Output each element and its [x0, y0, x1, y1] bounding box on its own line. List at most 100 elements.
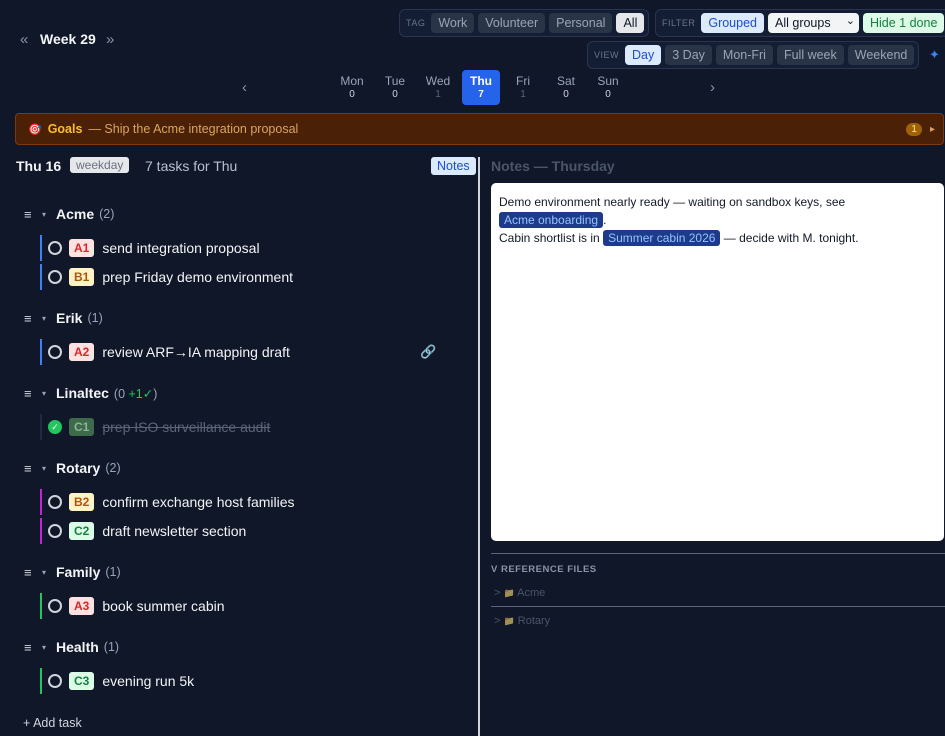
task-checkbox[interactable]	[48, 241, 62, 255]
view-full-week-button[interactable]: Full week	[776, 45, 844, 65]
task-row[interactable]: B1 prep Friday demo environment	[40, 264, 440, 290]
task-title[interactable]: prep Friday demo environment	[102, 269, 293, 285]
add-task-button[interactable]: + Add task	[23, 716, 82, 730]
task-row[interactable]: C3 evening run 5k	[40, 668, 440, 694]
task-checkbox[interactable]	[48, 599, 62, 613]
task-code: C1	[69, 418, 95, 436]
date-heading: Thu 16	[16, 158, 62, 174]
next-day-button[interactable]: ›	[710, 79, 715, 96]
day-name: Sun	[597, 74, 619, 88]
view-weekend-button[interactable]: Weekend	[847, 45, 915, 65]
group-header-erik[interactable]: ≡ ▾ Erik (1)	[24, 310, 103, 326]
collapse-caret-icon[interactable]: ▾	[42, 389, 56, 398]
chevron-right-icon: >	[494, 615, 501, 627]
day-name: Sat	[556, 74, 575, 88]
day-name: Tue	[384, 74, 406, 88]
day-fri[interactable]: Fri 1	[504, 70, 542, 105]
next-week-button[interactable]: »	[106, 31, 114, 48]
task-title[interactable]: send integration proposal	[102, 240, 259, 256]
group-count: (1)	[103, 640, 120, 654]
drag-handle-icon[interactable]: ≡	[24, 311, 42, 326]
ref-folder-name: Acme	[517, 587, 546, 599]
group-header-acme[interactable]: ≡ ▾ Acme (2)	[24, 206, 114, 222]
task-row[interactable]: ✓ C1 prep ISO surveillance audit	[40, 414, 440, 440]
task-checkbox-checked[interactable]: ✓	[48, 420, 62, 434]
task-checkbox[interactable]	[48, 674, 62, 688]
weekday-badge: weekday	[70, 157, 130, 173]
notes-editor[interactable]: Demo environment nearly ready — waiting …	[491, 183, 944, 541]
day-count: 1	[520, 89, 526, 100]
view-3day-button[interactable]: 3 Day	[665, 45, 712, 65]
collapse-caret-icon[interactable]: ▾	[42, 464, 56, 473]
task-checkbox[interactable]	[48, 495, 62, 509]
sparkle-icon[interactable]: ✦	[929, 47, 940, 63]
group-header-health[interactable]: ≡ ▾ Health (1)	[24, 639, 119, 655]
note-link-acme-onboarding[interactable]: Acme onboarding	[499, 212, 604, 228]
goals-bar[interactable]: 🎯 Goals — Ship the Acme integration prop…	[15, 113, 944, 145]
view-mon-fri-button[interactable]: Mon-Fri	[715, 45, 773, 65]
tag-work-button[interactable]: Work	[431, 13, 475, 33]
day-tue[interactable]: Tue 0	[376, 70, 414, 105]
link-icon[interactable]: 🔗	[420, 344, 436, 360]
group-name: Erik	[56, 310, 83, 326]
day-wed[interactable]: Wed 1	[419, 70, 457, 105]
day-sat[interactable]: Sat 0	[547, 70, 585, 105]
panel-divider[interactable]	[478, 157, 480, 736]
tag-all-button[interactable]: All	[616, 13, 645, 33]
drag-handle-icon[interactable]: ≡	[24, 640, 42, 655]
task-title[interactable]: evening run 5k	[102, 673, 194, 689]
drag-handle-icon[interactable]: ≡	[24, 207, 42, 222]
task-checkbox[interactable]	[48, 524, 62, 538]
task-code: A1	[69, 239, 95, 257]
task-title[interactable]: prep ISO surveillance audit	[102, 419, 270, 435]
task-row[interactable]: C2 draft newsletter section	[40, 518, 440, 544]
task-row[interactable]: A2 review ARF→IA mapping draft 🔗	[40, 339, 440, 365]
day-mon[interactable]: Mon 0	[333, 70, 371, 105]
task-code: C3	[69, 672, 95, 690]
notes-text: Cabin shortlist is in	[499, 231, 600, 245]
hide-done-button[interactable]: Hide 1 done	[863, 13, 945, 33]
day-sun[interactable]: Sun 0	[589, 70, 627, 105]
group-header-family[interactable]: ≡ ▾ Family (1)	[24, 564, 121, 580]
day-name: Fri	[516, 74, 530, 88]
collapse-caret-icon[interactable]: ▾	[42, 314, 56, 323]
group-header-rotary[interactable]: ≡ ▾ Rotary (2)	[24, 460, 121, 476]
notes-line-2: Cabin shortlist is in Summer cabin 2026 …	[499, 229, 936, 247]
drag-handle-icon[interactable]: ≡	[24, 461, 42, 476]
task-row[interactable]: A1 send integration proposal	[40, 235, 440, 261]
drag-handle-icon[interactable]: ≡	[24, 386, 42, 401]
notes-text: — decide with M. tonight.	[723, 231, 859, 245]
task-title[interactable]: book summer cabin	[102, 598, 224, 614]
ref-folder-rotary[interactable]: > 📁 Rotary	[494, 615, 550, 627]
collapse-caret-icon[interactable]: ▾	[42, 568, 56, 577]
reference-files-header[interactable]: V REFERENCE FILES	[491, 564, 597, 575]
view-day-button[interactable]: Day	[625, 45, 662, 65]
tag-filter: TAG Work Volunteer Personal All	[399, 9, 650, 37]
goals-text: — Ship the Acme integration proposal	[88, 122, 299, 136]
prev-day-button[interactable]: ‹	[242, 79, 247, 96]
task-title[interactable]: review ARF→IA mapping draft	[102, 344, 290, 360]
notes-button[interactable]: Notes	[431, 157, 476, 175]
day-thu[interactable]: Thu 7	[462, 70, 500, 105]
grouped-toggle[interactable]: Grouped	[701, 13, 764, 33]
task-title[interactable]: draft newsletter section	[102, 523, 246, 539]
tag-personal-button[interactable]: Personal	[549, 13, 613, 33]
collapse-caret-icon[interactable]: ▾	[42, 643, 56, 652]
task-row[interactable]: A3 book summer cabin	[40, 593, 440, 619]
collapse-caret-icon[interactable]: ▾	[42, 210, 56, 219]
day-count: 0	[392, 89, 398, 100]
group-header-linaltec[interactable]: ≡ ▾ Linaltec (0 +1✓)	[24, 385, 157, 401]
task-code: B1	[69, 268, 95, 286]
task-code: C2	[69, 522, 95, 540]
task-checkbox[interactable]	[48, 345, 62, 359]
prev-week-button[interactable]: «	[20, 31, 28, 48]
ref-folder-acme[interactable]: > 📁 Acme	[494, 587, 545, 599]
tag-volunteer-button[interactable]: Volunteer	[478, 13, 546, 33]
task-title[interactable]: confirm exchange host families	[102, 494, 294, 510]
drag-handle-icon[interactable]: ≡	[24, 565, 42, 580]
task-row[interactable]: B2 confirm exchange host families	[40, 489, 440, 515]
task-checkbox[interactable]	[48, 270, 62, 284]
group-select[interactable]: All groups ⌄	[768, 13, 859, 33]
note-link-summer-cabin[interactable]: Summer cabin 2026	[603, 230, 721, 246]
caret-right-icon[interactable]: ▸	[930, 124, 935, 135]
